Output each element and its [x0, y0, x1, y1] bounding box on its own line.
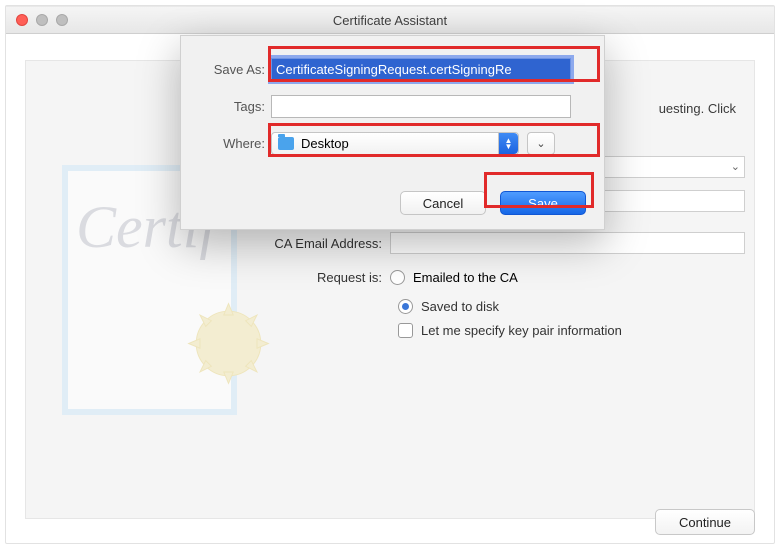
radio-saved[interactable]: [398, 299, 413, 314]
opt-keypair-label: Let me specify key pair information: [421, 323, 622, 338]
chevron-down-icon: ⌄: [536, 137, 545, 150]
where-label: Where:: [181, 136, 271, 151]
saveas-label: Save As:: [181, 62, 271, 77]
ca-email-input[interactable]: [390, 232, 745, 254]
info-text-partial: uesting. Click: [659, 101, 736, 116]
ca-email-label: CA Email Address:: [230, 236, 390, 251]
opt-saved-label: Saved to disk: [421, 299, 499, 314]
cancel-button[interactable]: Cancel: [400, 191, 486, 215]
tags-input[interactable]: [271, 95, 571, 118]
cancel-label: Cancel: [423, 196, 463, 211]
chevron-down-icon: ⌄: [731, 160, 740, 173]
where-dropdown[interactable]: Desktop ▲▼: [271, 132, 519, 155]
save-sheet: Save As: Tags: Where: Desktop ▲▼ ⌄ Cance…: [180, 35, 605, 230]
save-button[interactable]: Save: [500, 191, 586, 215]
opt-emailed-label: Emailed to the CA: [413, 270, 518, 285]
expand-button[interactable]: ⌄: [527, 132, 555, 155]
titlebar: Certificate Assistant: [6, 6, 774, 34]
tags-label: Tags:: [181, 99, 271, 114]
request-is-label: Request is:: [230, 270, 390, 285]
radio-emailed[interactable]: [390, 270, 405, 285]
checkbox-keypair[interactable]: [398, 323, 413, 338]
continue-button[interactable]: Continue: [655, 509, 755, 535]
folder-icon: [278, 137, 294, 150]
window-title: Certificate Assistant: [6, 13, 774, 28]
continue-label: Continue: [679, 515, 731, 530]
saveas-input[interactable]: [271, 58, 571, 81]
save-label: Save: [528, 196, 558, 211]
updown-caret-icon: ▲▼: [498, 133, 518, 154]
where-value: Desktop: [301, 136, 349, 151]
